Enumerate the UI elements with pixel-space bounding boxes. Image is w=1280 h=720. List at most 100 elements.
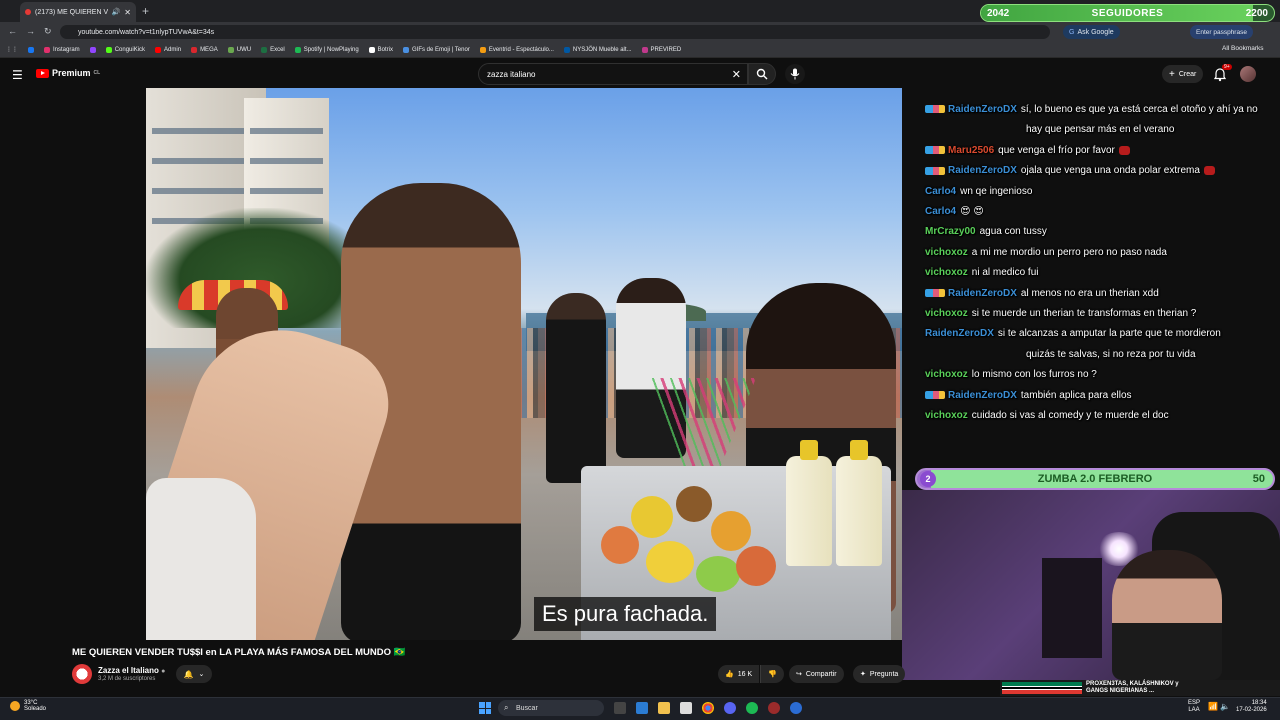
language-indicator[interactable]: ESP LAA	[1188, 700, 1200, 714]
bookmark-item[interactable]: NYSJÖN Mueble alt...	[563, 46, 632, 53]
apps-icon[interactable]: ⋮⋮	[6, 46, 18, 53]
dislike-button[interactable]: 👎	[760, 665, 784, 683]
search-button[interactable]	[748, 63, 776, 85]
channel-avatar[interactable]	[72, 664, 92, 684]
thumbs-up-icon: 👍	[725, 671, 734, 678]
search-input[interactable]: zazza italiano ✕	[478, 63, 748, 85]
subscription-bell-button[interactable]: 🔔 ⌄	[176, 665, 212, 683]
video-title: ME QUIEREN VENDER TU$$I en LA PLAYA MÁS …	[72, 647, 406, 658]
followers-goal-label: SEGUIDORES	[1091, 8, 1164, 19]
chat-text: lo mismo con los furros no ?	[971, 369, 1097, 381]
chat-message: vichoxoz a mi me mordio un perro pero no …	[925, 247, 1167, 259]
chrome-icon[interactable]	[702, 702, 714, 714]
bookmark-item[interactable]: Eventrid - Espectáculo...	[479, 46, 554, 53]
spotify-icon[interactable]	[746, 702, 758, 714]
followers-goal-bar: SEGUIDORES 2042 2200	[980, 4, 1275, 22]
bookmark-item[interactable]: Spotify | NowPlaying	[294, 46, 359, 53]
ticker-line: PROXEN3TAS, KALÁSHNIKOV y	[1086, 681, 1179, 687]
ask-button[interactable]: ✦ Pregunta	[853, 665, 906, 683]
followers-current: 2042	[987, 8, 1010, 19]
subgoal-label: ZUMBA 2.0 FEBRERO	[1037, 473, 1153, 485]
system-clock[interactable]: 18:34 17-02-2026	[1236, 700, 1267, 714]
followers-target: 2200	[1245, 8, 1268, 19]
search-icon	[756, 68, 768, 80]
search-icon: ⌕	[504, 703, 509, 712]
menu-icon[interactable]: ☰	[12, 68, 23, 82]
bookmark-item[interactable]: Admin	[155, 46, 181, 53]
microphone-icon	[790, 68, 800, 80]
subgoal-target: 50	[1252, 473, 1265, 485]
bookmark-item[interactable]: PREVIRED	[641, 46, 681, 53]
task-view-icon[interactable]	[614, 702, 626, 714]
obs-icon[interactable]	[768, 702, 780, 714]
video-player[interactable]: Es pura fachada.	[146, 88, 902, 640]
voice-search-button[interactable]	[785, 64, 805, 84]
sparkle-icon: ✦	[860, 671, 866, 678]
ticker-line: GANGS NIGERIANAS ...	[1086, 688, 1155, 694]
ask-google-button[interactable]: G Ask Google	[1063, 25, 1120, 39]
file-explorer-icon[interactable]	[658, 702, 670, 714]
forward-icon[interactable]: →	[26, 26, 35, 36]
bookmark-item[interactable]	[89, 46, 96, 53]
like-count: 16 K	[737, 670, 753, 678]
like-button[interactable]: 👍 16 K	[718, 665, 760, 683]
browser-tab[interactable]: (2173) ME QUIEREN VENDER 🔊 ✕	[20, 2, 136, 22]
video-scene-sleeve	[146, 478, 256, 640]
thumbs-down-icon: 👎	[768, 671, 777, 678]
bookmark-item[interactable]: Excel	[261, 46, 285, 53]
discord-icon[interactable]	[724, 702, 736, 714]
passphrase-button[interactable]: Enter passphrase	[1190, 25, 1253, 39]
stream-chat-overlay: RaidenZeroDX sí, lo bueno es que ya está …	[900, 104, 1280, 422]
ask-label: Pregunta	[869, 670, 899, 678]
chat-message: quizás te salvas, si no reza por tu vida	[1026, 349, 1196, 361]
ask-google-label: Ask Google	[1077, 28, 1114, 36]
create-button[interactable]: + Crear	[1162, 65, 1204, 83]
bookmark-item[interactable]: MEGA	[191, 46, 218, 53]
bookmark-item[interactable]: Instagram	[44, 46, 80, 53]
address-bar[interactable]: youtube.com/watch?v=t1nlypTUVwA&t=34s	[60, 25, 1050, 39]
widgets-icon[interactable]	[636, 702, 648, 714]
chevron-down-icon: ⌄	[198, 671, 205, 678]
chat-username: RaidenZeroDX	[948, 389, 1017, 401]
weather-text: Soleado	[24, 706, 47, 712]
start-button[interactable]	[479, 702, 491, 714]
next-video-ticker: PROXEN3TAS, KALÁSHNIKOV y GANGS NIGERIAN…	[1000, 680, 1280, 696]
calendar-icon[interactable]	[680, 702, 692, 714]
share-icon: ↪	[796, 671, 802, 678]
chat-message: vichoxoz cuidado si vas al comedy y te mu…	[925, 410, 1169, 422]
chat-message: RaidenZeroDX si te alcanzas a amputar la …	[925, 328, 1221, 340]
chat-text: si te alcanzas a amputar la parte que te…	[997, 328, 1221, 340]
clear-search-icon[interactable]: ✕	[732, 68, 741, 81]
new-tab-button[interactable]: +	[142, 4, 149, 18]
chat-username: vichoxoz	[925, 369, 968, 381]
weather-widget[interactable]: 33°C Soleado	[10, 700, 46, 712]
create-label: Crear	[1178, 70, 1197, 78]
close-tab-icon[interactable]: ✕	[124, 8, 131, 17]
share-button[interactable]: ↪ Compartir	[789, 665, 844, 683]
bookmarks-bar: ⋮⋮ Instagram ConguiKick Admin MEGA UWU E…	[0, 42, 1280, 58]
channel-name[interactable]: Zazza el Italiano ●	[98, 666, 165, 675]
volume-icon[interactable]: 🔈	[1220, 702, 1230, 711]
subgoal-current: 2	[920, 471, 936, 487]
all-bookmarks-button[interactable]: All Bookmarks	[1222, 45, 1264, 52]
bookmark-item[interactable]: UWU	[227, 46, 251, 53]
bookmark-facebook[interactable]	[28, 46, 34, 53]
chat-message: RaidenZeroDX al menos no era un therian x…	[925, 288, 1159, 300]
chat-username: RaidenZeroDX	[948, 287, 1017, 299]
reload-icon[interactable]: ↻	[44, 26, 52, 37]
app-icon[interactable]	[790, 702, 802, 714]
back-icon[interactable]: ←	[8, 26, 17, 36]
taskbar-search[interactable]: ⌕ Buscar	[498, 700, 604, 716]
chat-badge-icon	[925, 105, 945, 114]
account-avatar[interactable]	[1240, 66, 1256, 82]
youtube-logo[interactable]: Premium CL	[36, 68, 100, 78]
wifi-icon[interactable]: 📶	[1208, 702, 1218, 711]
bookmark-item[interactable]: GIFs de Emoji | Tenor	[403, 46, 470, 53]
taskbar-search-label: Buscar	[516, 704, 538, 712]
bookmark-item[interactable]: Botrix	[368, 46, 393, 53]
audio-icon[interactable]: 🔊	[112, 8, 121, 16]
chat-emote-icon	[1203, 166, 1215, 176]
bookmark-item[interactable]: ConguiKick	[105, 46, 145, 53]
chat-text: también aplica para ellos	[1020, 389, 1132, 401]
chat-message: RaidenZeroDX ojala que venga una onda pol…	[925, 165, 1215, 177]
